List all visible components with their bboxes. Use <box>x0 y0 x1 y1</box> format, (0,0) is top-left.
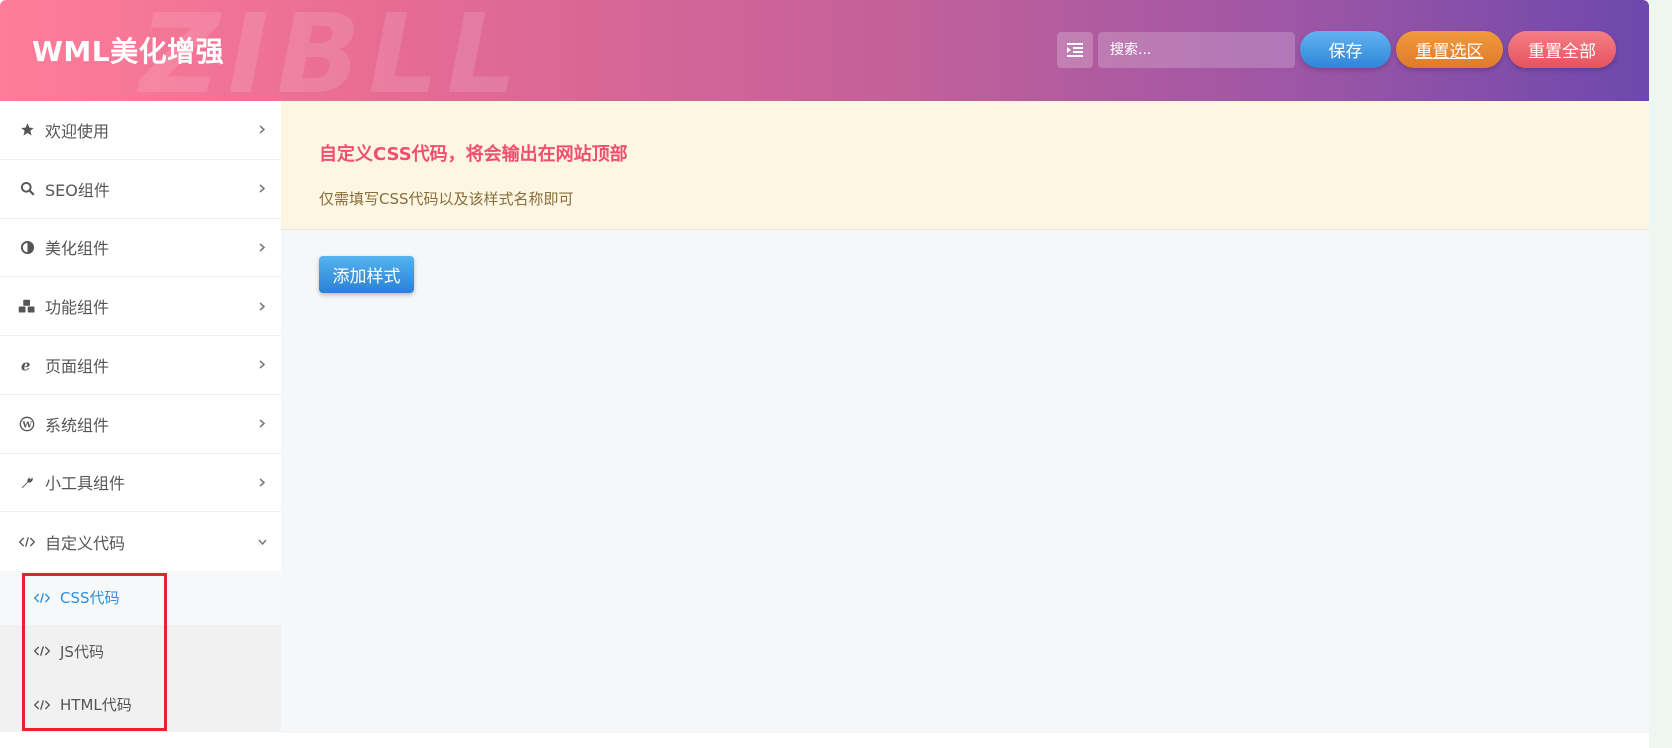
chevron-right-icon <box>257 301 267 311</box>
star-icon <box>18 121 36 139</box>
sidebar-subitem-label: CSS代码 <box>60 589 120 608</box>
sidebar-subitem-css[interactable]: CSS代码 <box>0 571 281 625</box>
reset-section-button[interactable]: 重置选区 <box>1396 31 1503 68</box>
chevron-right-icon <box>257 125 267 135</box>
search-input[interactable] <box>1098 32 1295 68</box>
sidebar-item-welcome[interactable]: 欢迎使用 <box>0 101 281 160</box>
chevron-right-icon <box>257 419 267 429</box>
sidebar-item-label: 欢迎使用 <box>45 121 110 141</box>
sidebar-item-label: 功能组件 <box>45 298 110 318</box>
sidebar-item-features[interactable]: 功能组件 <box>0 277 281 336</box>
sidebar-item-label: SEO组件 <box>45 180 110 200</box>
search-icon <box>18 180 36 198</box>
chevron-right-icon <box>257 242 267 252</box>
cubes-icon <box>18 297 36 315</box>
notice-description: 仅需填写CSS代码以及该样式名称即可 <box>319 190 574 208</box>
adjust-icon <box>18 238 36 256</box>
code-icon <box>34 699 52 711</box>
svg-text:e: e <box>21 357 30 373</box>
sidebar-item-widgets[interactable]: 小工具组件 <box>0 454 281 513</box>
code-icon <box>18 533 36 551</box>
svg-text:W: W <box>21 420 32 430</box>
sidebar-item-label: 系统组件 <box>45 415 110 435</box>
code-icon <box>34 645 52 657</box>
top-header: ZIBLL WML美化增强 保存 重置选区 重置全部 <box>0 0 1649 101</box>
sidebar-subitem-js[interactable]: JS代码 <box>0 625 281 679</box>
page-edge-strip <box>1649 0 1672 748</box>
sidebar-subitem-html[interactable]: HTML代码 <box>0 678 281 732</box>
custom-code-submenu: CSS代码 JS代码 HTML代码 <box>0 571 281 732</box>
notice-panel: 自定义CSS代码，将会输出在网站顶部 仅需填写CSS代码以及该样式名称即可 <box>281 101 1649 230</box>
chevron-right-icon <box>257 477 267 487</box>
code-icon <box>34 592 52 604</box>
app-frame: ZIBLL WML美化增强 保存 重置选区 重置全部 欢迎使用 <box>0 0 1649 733</box>
brand-title: WML美化增强 <box>32 35 225 68</box>
sidebar-item-custom-code[interactable]: 自定义代码 <box>0 512 281 571</box>
main-content: 自定义CSS代码，将会输出在网站顶部 仅需填写CSS代码以及该样式名称即可 添加… <box>281 101 1649 733</box>
wordpress-icon: W <box>18 415 36 433</box>
sidebar-item-label: 自定义代码 <box>45 533 126 553</box>
sidebar-item-pages[interactable]: e 页面组件 <box>0 336 281 395</box>
chevron-down-icon <box>257 537 267 547</box>
wrench-icon <box>18 473 36 491</box>
sidebar-item-beautify[interactable]: 美化组件 <box>0 219 281 278</box>
reset-all-button[interactable]: 重置全部 <box>1508 31 1616 68</box>
sidebar-item-system[interactable]: W 系统组件 <box>0 395 281 454</box>
sidebar-subitem-label: JS代码 <box>60 642 104 661</box>
sidebar-item-label: 小工具组件 <box>45 474 126 494</box>
sidebar-item-seo[interactable]: SEO组件 <box>0 160 281 219</box>
notice-title: 自定义CSS代码，将会输出在网站顶部 <box>319 144 628 165</box>
save-button[interactable]: 保存 <box>1300 31 1391 68</box>
sidebar-subitem-label: HTML代码 <box>60 696 132 715</box>
chevron-right-icon <box>257 184 267 194</box>
indent-icon <box>1067 43 1083 57</box>
sidebar: 欢迎使用 SEO组件 美化组件 功能组件 e 页面组件 W 系统组件 小工具组件… <box>0 101 281 733</box>
chevron-right-icon <box>257 360 267 370</box>
sidebar-item-label: 美化组件 <box>45 239 110 259</box>
internet-explorer-icon: e <box>18 356 36 374</box>
sidebar-item-label: 页面组件 <box>45 356 110 376</box>
menu-toggle-button[interactable] <box>1057 32 1093 68</box>
add-style-button[interactable]: 添加样式 <box>319 256 414 293</box>
